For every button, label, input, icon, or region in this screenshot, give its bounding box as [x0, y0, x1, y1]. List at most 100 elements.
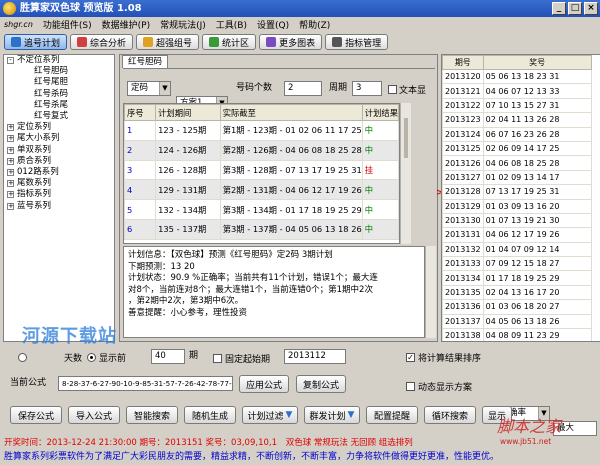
history-row[interactable]: 2013137 04 05 06 13 18 26: [442, 313, 592, 330]
history-row[interactable]: 2013124 06 07 16 23 26 28: [442, 126, 592, 142]
col-header-result[interactable]: 计划结果: [361, 104, 399, 121]
import-formula-button[interactable]: 导入公式: [68, 406, 120, 424]
show-count-input[interactable]: 40: [151, 349, 185, 364]
expand-icon[interactable]: +: [7, 180, 14, 188]
expand-icon[interactable]: +: [7, 135, 14, 143]
table-row[interactable]: 4 129 - 131期 第2期 - 131期 - 04 06 12 17 19…: [124, 179, 399, 201]
expand-icon[interactable]: +: [7, 157, 14, 165]
table-row[interactable]: 6 135 - 137期 第3期 - 137期 - 04 05 06 13 18…: [124, 218, 399, 240]
mode-select[interactable]: 定码 ▼: [127, 81, 171, 96]
sort-option[interactable]: ✓ 将计算结果排序: [406, 351, 481, 364]
minimize-button[interactable]: _: [552, 2, 566, 15]
config-reminder-button[interactable]: 配置提醒: [366, 406, 418, 424]
history-row[interactable]: 2013121 04 06 07 12 13 33: [442, 83, 592, 99]
history-row[interactable]: 2013136 01 03 06 18 20 27: [442, 299, 592, 315]
expand-icon[interactable]: +: [7, 146, 14, 154]
menu-play[interactable]: 常规玩法(J): [160, 18, 206, 31]
maximize-button[interactable]: □: [568, 2, 582, 15]
col-header-range[interactable]: 计划期间: [155, 104, 221, 121]
save-formula-button[interactable]: 保存公式: [10, 406, 62, 424]
formula-input[interactable]: 8-28-37-6-27-90-10-9-85-31-57-7-26-42-78…: [58, 376, 233, 391]
fixed-start-checkbox[interactable]: [213, 354, 222, 363]
text-display-checkbox[interactable]: [388, 85, 397, 94]
history-row[interactable]: 2013129 01 03 09 13 16 20: [442, 198, 592, 214]
count-input[interactable]: 2: [284, 81, 322, 96]
history-row[interactable]: 2013132 01 04 07 09 12 14: [442, 241, 592, 258]
close-button[interactable]: ×: [584, 2, 598, 15]
menu-functions[interactable]: 功能组件(S): [43, 18, 92, 31]
history-row[interactable]: 2013127 01 02 09 13 14 17: [442, 169, 592, 186]
start-issue-input[interactable]: 2013112: [284, 349, 346, 364]
dynamic-checkbox[interactable]: [406, 382, 415, 391]
history-row[interactable]: 2013120 05 06 13 18 23 31: [442, 68, 592, 85]
table-row[interactable]: 3 126 - 128期 第3期 - 128期 - 07 13 17 19 25…: [124, 159, 399, 181]
tree-item[interactable]: 红号尾胆: [4, 77, 114, 88]
history-row[interactable]: 2013123 02 04 11 13 26 28: [442, 112, 592, 128]
grid-scroll-thumb[interactable]: [404, 118, 408, 158]
random-generate-button[interactable]: 随机生成: [184, 406, 236, 424]
tree-item[interactable]: + 指标系列: [4, 189, 114, 200]
info-scrollbar[interactable]: [425, 246, 436, 338]
plan-filter-button[interactable]: 计划过滤 ▼: [242, 406, 298, 424]
history-row[interactable]: 2013138 04 08 09 11 23 29: [442, 328, 592, 341]
group-send-button[interactable]: 群发计划 ▼: [304, 406, 360, 424]
tool-tracking-plan[interactable]: 追号计划: [4, 34, 68, 50]
history-row[interactable]: 2013126 04 06 08 18 25 28: [442, 155, 592, 171]
history-row[interactable]: 2013130 01 07 13 19 21 30: [442, 212, 592, 229]
text-display-option[interactable]: 文本显: [388, 83, 426, 96]
days-radio[interactable]: [18, 353, 27, 362]
table-row[interactable]: 5 132 - 134期 第3期 - 134期 - 01 17 18 19 25…: [124, 199, 399, 220]
period-input[interactable]: 3: [352, 81, 382, 96]
history-row[interactable]: 2013125 02 06 09 14 17 25: [442, 140, 592, 157]
col-header-numbers[interactable]: 奖号: [482, 55, 592, 70]
show-first-option[interactable]: 显示前: [87, 351, 126, 364]
col-header-actual[interactable]: 实际截至: [219, 104, 363, 121]
sort-checkbox[interactable]: ✓: [406, 353, 415, 362]
tool-more-charts[interactable]: 更多图表: [259, 34, 323, 50]
fixed-start-option[interactable]: 固定起始期: [213, 352, 270, 365]
table-row[interactable]: 1 123 - 125期 第1期 - 123期 - 01 02 06 11 17…: [124, 120, 399, 141]
tab-red-dan[interactable]: 红号胆码: [122, 55, 169, 68]
tree-item[interactable]: 红号复式: [4, 111, 114, 122]
table-row[interactable]: 2 124 - 126期 第2期 - 126期 - 04 06 08 18 25…: [124, 139, 399, 161]
tree-item[interactable]: + 尾大小系列: [4, 133, 114, 144]
menu-data[interactable]: 数据维护(P): [102, 18, 150, 31]
tool-statistics[interactable]: 统计区: [202, 34, 257, 50]
loop-search-button[interactable]: 循环搜索: [424, 406, 476, 424]
tree-item[interactable]: + 单双系列: [4, 145, 114, 156]
col-header-issue[interactable]: 期号: [442, 55, 484, 70]
tree-item[interactable]: 红号杀尾: [4, 100, 114, 111]
tool-analysis[interactable]: 综合分析: [70, 34, 134, 50]
tool-combine[interactable]: 超强组号: [136, 34, 200, 50]
history-row[interactable]: 2013135 02 04 13 16 17 20: [442, 284, 592, 301]
menu-settings[interactable]: 设置(Q): [257, 18, 289, 31]
smart-search-button[interactable]: 智能搜索: [126, 406, 178, 424]
apply-formula-button[interactable]: 应用公式: [239, 375, 289, 393]
tree-item[interactable]: + 定位系列: [4, 122, 114, 133]
tree-item[interactable]: +012路系列: [4, 167, 114, 178]
history-row[interactable]: 2013128 07 13 17 19 25 31: [442, 184, 592, 200]
tree-item[interactable]: + 蓝号系列: [4, 200, 114, 211]
copy-formula-button[interactable]: 复制公式: [296, 375, 346, 393]
menu-tools[interactable]: 工具(B): [216, 18, 247, 31]
expand-icon[interactable]: +: [7, 191, 14, 199]
expand-icon[interactable]: +: [7, 168, 14, 176]
days-option[interactable]: 天数: [18, 351, 82, 364]
menu-help[interactable]: 帮助(Z): [299, 18, 330, 31]
tree-item[interactable]: - 不定位系列: [4, 55, 114, 66]
show-first-radio[interactable]: [87, 353, 96, 362]
expand-icon[interactable]: +: [7, 124, 14, 132]
history-row[interactable]: 2013133 07 09 12 15 18 27: [442, 256, 592, 272]
tree-item[interactable]: 红号胆码: [4, 66, 114, 77]
col-header-no[interactable]: 序号: [124, 104, 157, 121]
tool-indicators[interactable]: 指标管理: [325, 34, 389, 50]
tree-item[interactable]: 红号杀码: [4, 89, 114, 100]
history-row[interactable]: 2013131 04 06 12 17 19 26: [442, 227, 592, 243]
dynamic-option[interactable]: 动态显示方案: [406, 380, 472, 393]
history-row[interactable]: 2013122 07 10 13 15 27 31: [442, 97, 592, 114]
tree-item[interactable]: + 质合系列: [4, 156, 114, 167]
history-row[interactable]: 2013134 01 17 18 19 25 29: [442, 270, 592, 286]
expand-icon[interactable]: +: [7, 202, 14, 210]
collapse-icon[interactable]: -: [7, 57, 14, 65]
tree-item[interactable]: + 尾数系列: [4, 178, 114, 189]
